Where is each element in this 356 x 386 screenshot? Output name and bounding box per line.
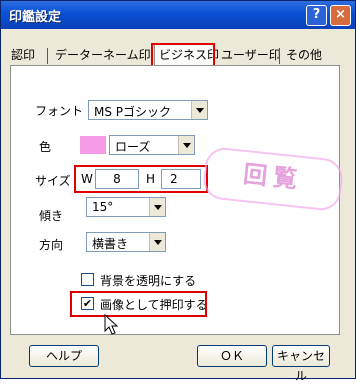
stamp-settings-dialog: 印鑑設定 ? × 認印 データーネーム印 ビジネス印 ユーザー印 その他 フォン… [0, 0, 356, 383]
title-bar[interactable]: 印鑑設定 ? × [1, 1, 355, 29]
color-select-value: ローズ [115, 140, 151, 154]
ok-button[interactable]: ＯＫ [197, 345, 267, 367]
color-label: 色 [39, 140, 52, 154]
direction-select-value: 横書き [92, 237, 129, 251]
tilt-label: 傾き [39, 209, 64, 223]
color-swatch [80, 136, 106, 154]
tab-separator [279, 48, 280, 64]
transparent-bg-label[interactable]: 背景を透明にする [100, 272, 196, 289]
transparent-bg-checkbox[interactable] [81, 273, 94, 286]
close-title-button[interactable]: × [330, 5, 351, 26]
tab-dataname[interactable]: データーネーム印 [51, 45, 155, 65]
chevron-down-icon[interactable] [178, 136, 194, 154]
help-title-button[interactable]: ? [306, 5, 327, 26]
tab-user[interactable]: ユーザー印 [217, 45, 285, 65]
direction-select[interactable]: 横書き [86, 232, 166, 252]
font-select[interactable]: MS Pゴシック [88, 100, 208, 120]
color-select[interactable]: ローズ [109, 135, 195, 155]
tilt-select-value: 15° [92, 200, 114, 214]
font-label: フォント [35, 104, 84, 118]
chevron-down-icon[interactable] [149, 233, 165, 251]
font-select-value: MS Pゴシック [94, 105, 172, 119]
tab-other[interactable]: その他 [282, 45, 326, 65]
cancel-button[interactable]: キャンセル [272, 345, 330, 383]
dialog-title: 印鑑設定 [9, 10, 62, 25]
print-as-image-highlight-box [70, 291, 207, 317]
tab-mitome[interactable]: 認印 [7, 45, 39, 65]
tab-highlight-box [151, 43, 215, 67]
size-label: サイズ [35, 174, 71, 188]
size-highlight-box [74, 165, 208, 193]
help-button[interactable]: ヘルプ [29, 345, 99, 367]
tab-separator [47, 48, 48, 64]
mouse-pointer-icon [104, 314, 119, 335]
chevron-down-icon[interactable] [149, 198, 165, 216]
chevron-down-icon[interactable] [191, 101, 207, 119]
direction-label: 方向 [39, 238, 64, 252]
tilt-select[interactable]: 15° [86, 197, 166, 217]
